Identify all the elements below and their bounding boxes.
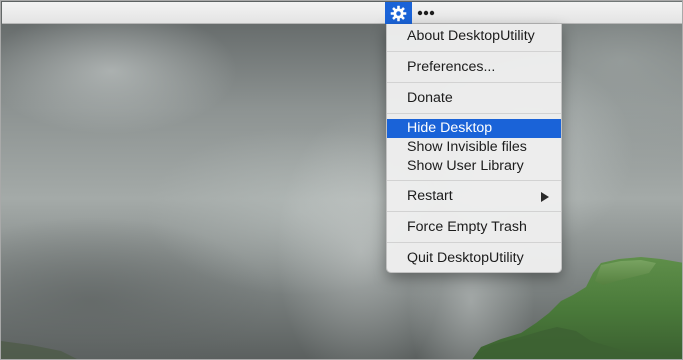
menu-item-donate[interactable]: Donate (387, 88, 561, 109)
menu-item-force-empty-trash[interactable]: Force Empty Trash (387, 217, 561, 238)
menu-item-restart-label: Restart (407, 188, 453, 204)
gear-icon (390, 5, 407, 21)
more-menu-button[interactable] (416, 2, 436, 24)
menu-item-show-user-library[interactable]: Show User Library (387, 157, 561, 176)
submenu-arrow-icon (541, 192, 549, 202)
desktop-screen: About DesktopUtility Preferences... Dona… (0, 0, 683, 360)
menu-item-about[interactable]: About DesktopUtility (387, 26, 561, 47)
menu-separator (387, 51, 561, 52)
menu-item-show-invisible-files[interactable]: Show Invisible files (387, 138, 561, 157)
menu-separator (387, 82, 561, 83)
dropdown-menu: About DesktopUtility Preferences... Dona… (386, 24, 562, 273)
wallpaper-mountain (1, 257, 682, 359)
menu-separator (387, 242, 561, 243)
menu-separator (387, 180, 561, 181)
menu-item-hide-desktop[interactable]: Hide Desktop (387, 119, 561, 138)
ellipsis-icon (417, 10, 435, 16)
menu-item-quit[interactable]: Quit DesktopUtility (387, 248, 561, 269)
menu-item-preferences[interactable]: Preferences... (387, 57, 561, 78)
menu-separator (387, 113, 561, 114)
menu-item-restart[interactable]: Restart (387, 186, 561, 207)
menu-separator (387, 211, 561, 212)
menu-bar (2, 2, 682, 24)
gear-menu-button[interactable] (385, 2, 412, 24)
